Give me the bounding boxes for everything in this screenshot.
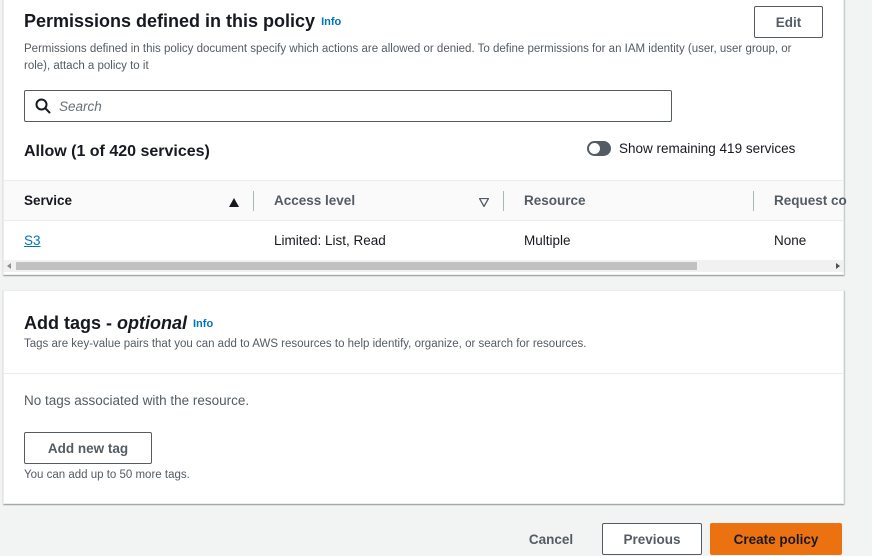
create-policy-button[interactable]: Create policy xyxy=(710,523,842,555)
previous-button[interactable]: Previous xyxy=(602,523,702,555)
add-new-tag-button[interactable]: Add new tag xyxy=(24,432,152,464)
column-divider[interactable] xyxy=(253,191,254,211)
table-header: Service Access level Resource Request co xyxy=(4,180,847,221)
tags-description: Tags are key-value pairs that you can ad… xyxy=(24,338,587,350)
access-level-cell: Limited: List, Read xyxy=(274,233,386,248)
sort-descending-icon[interactable] xyxy=(478,194,490,212)
scroll-left-arrow-icon[interactable] xyxy=(7,263,11,269)
request-condition-cell: None xyxy=(774,233,807,248)
cancel-button[interactable]: Cancel xyxy=(516,523,586,555)
column-header-access-level[interactable]: Access level xyxy=(274,193,355,208)
no-tags-text: No tags associated with the resource. xyxy=(24,393,250,408)
allow-heading: Allow (1 of 420 services) xyxy=(24,143,210,160)
tags-info-link[interactable]: Info xyxy=(193,318,213,330)
tags-heading: Add tags - optional Info xyxy=(24,313,213,334)
tags-title: Add tags - xyxy=(24,313,117,333)
tags-divider xyxy=(4,373,843,374)
horizontal-scrollbar[interactable] xyxy=(4,260,843,272)
search-icon xyxy=(35,98,51,114)
edit-button[interactable]: Edit xyxy=(754,6,823,38)
column-header-resource[interactable]: Resource xyxy=(524,193,586,208)
permissions-description: Permissions defined in this policy docum… xyxy=(24,43,792,72)
resource-cell: Multiple xyxy=(524,233,571,248)
permissions-info-link[interactable]: Info xyxy=(321,16,341,28)
service-link-s3[interactable]: S3 xyxy=(24,233,41,248)
tags-title-optional: optional xyxy=(117,313,187,333)
permissions-heading: Permissions defined in this policy Info xyxy=(24,11,341,32)
sort-ascending-icon[interactable] xyxy=(229,194,239,212)
tags-hint: You can add up to 50 more tags. xyxy=(24,469,190,481)
search-field[interactable] xyxy=(24,90,672,122)
tags-panel: Add tags - optional Info Tags are key-val… xyxy=(3,290,844,504)
show-remaining-toggle[interactable]: Show remaining 419 services xyxy=(587,141,795,156)
toggle-label: Show remaining 419 services xyxy=(619,141,796,156)
toggle-knob xyxy=(589,143,600,154)
column-divider[interactable] xyxy=(503,191,504,211)
scrollbar-thumb[interactable] xyxy=(16,262,697,270)
search-input[interactable] xyxy=(57,97,641,115)
column-header-request-condition[interactable]: Request co xyxy=(774,193,847,208)
permissions-title: Permissions defined in this policy xyxy=(24,11,316,31)
toggle-switch[interactable] xyxy=(587,141,611,156)
column-divider[interactable] xyxy=(753,191,754,211)
scroll-right-arrow-icon[interactable] xyxy=(836,263,840,269)
column-header-service[interactable]: Service xyxy=(24,193,72,208)
permissions-panel: Permissions defined in this policy Info E… xyxy=(3,0,847,275)
